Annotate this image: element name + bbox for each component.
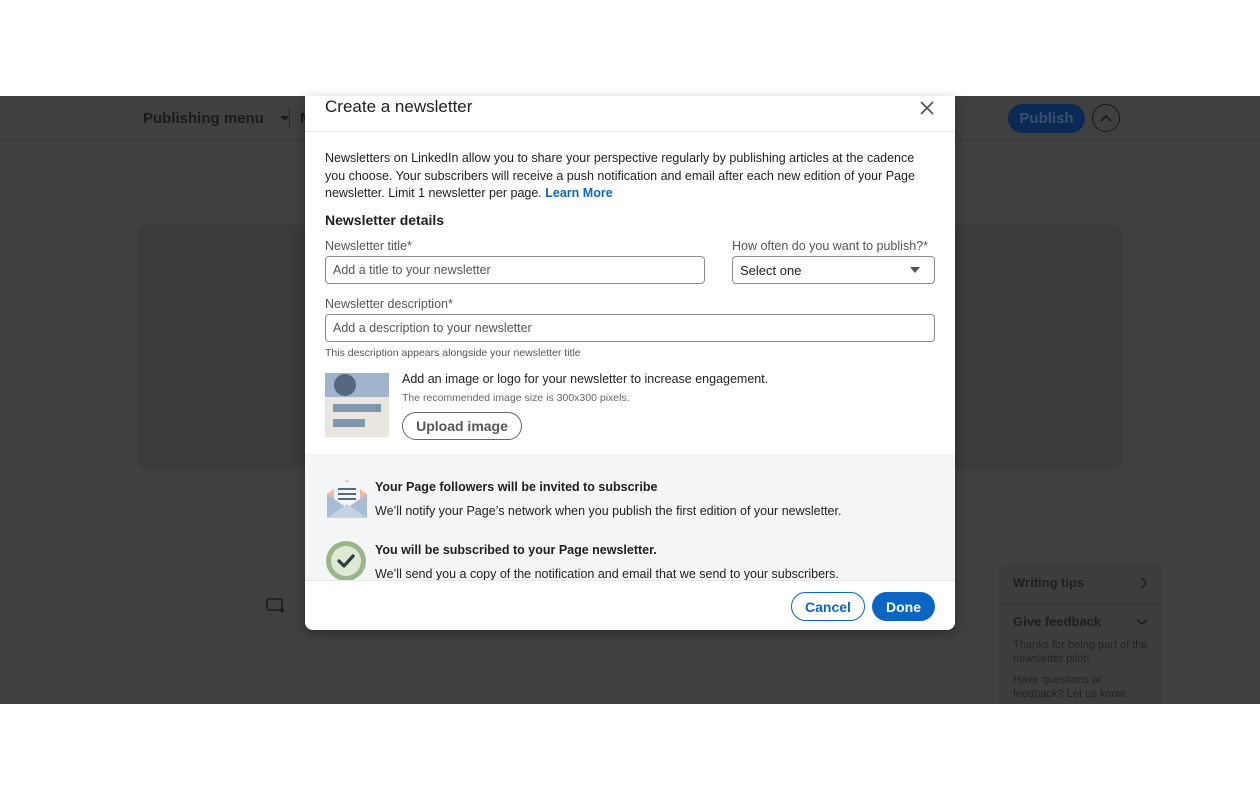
image-size-hint: The recommended image size is 300x300 pi… — [402, 392, 630, 404]
info-title: You will be subscribed to your Page news… — [375, 543, 657, 557]
frequency-select[interactable]: Select one — [732, 256, 935, 284]
info-desc: We’ll send you a copy of the notificatio… — [375, 567, 839, 581]
description-hint: This description appears alongside your … — [325, 347, 581, 359]
cancel-button[interactable]: Cancel — [791, 592, 865, 621]
topbar-divider — [289, 108, 290, 128]
chevron-down-icon — [1136, 618, 1148, 625]
publishing-menu-label: Publishing menu — [143, 110, 264, 127]
give-feedback-row[interactable]: Give feedback — [1013, 614, 1148, 629]
side-divider — [999, 603, 1162, 604]
feedback-text-thanks: Thanks for being part of the newsletter … — [1013, 639, 1148, 665]
chevron-right-icon — [1141, 577, 1148, 588]
chevron-up-icon — [1100, 114, 1112, 122]
frequency-selected-value: Select one — [740, 262, 802, 278]
image-placeholder-icon — [325, 373, 389, 437]
info-desc: We’ll notify your Page’s network when yo… — [375, 504, 842, 518]
dropdown-arrow-icon — [910, 267, 920, 273]
done-button[interactable]: Done — [872, 592, 935, 621]
dialog-header: Create a newsletter — [305, 96, 955, 132]
writing-tips-label: Writing tips — [1013, 575, 1085, 590]
envelope-icon — [327, 480, 367, 518]
create-newsletter-dialog: Create a newsletter Newsletters on Linke… — [305, 96, 955, 630]
feedback-text-questions[interactable]: Have questions or feedback? Let us know. — [1013, 673, 1148, 701]
collapse-button[interactable] — [1092, 104, 1120, 132]
image-prompt-text: Add an image or logo for your newsletter… — [402, 372, 769, 386]
info-title: Your Page followers will be invited to s… — [375, 480, 658, 494]
learn-more-link[interactable]: Learn More — [545, 186, 612, 200]
newsletter-title-label: Newsletter title* — [325, 239, 412, 253]
newsletter-details-heading: Newsletter details — [325, 212, 445, 228]
dialog-footer: Cancel Done — [305, 580, 955, 630]
frequency-label: How often do you want to publish?* — [732, 239, 928, 253]
newsletter-description-input[interactable] — [325, 314, 935, 342]
intro-body: Newsletters on LinkedIn allow you to sha… — [325, 151, 915, 200]
checkmark-circle-icon — [326, 541, 366, 581]
publish-button[interactable]: Publish — [1008, 104, 1085, 133]
info-panel: Your Page followers will be invited to s… — [305, 454, 955, 581]
newsletter-title-input[interactable] — [325, 256, 705, 284]
side-panel: Writing tips Give feedback Thanks for be… — [999, 563, 1162, 704]
intro-text: Newsletters on LinkedIn allow you to sha… — [325, 150, 937, 203]
newsletter-description-label: Newsletter description* — [325, 297, 453, 311]
close-icon — [920, 101, 934, 115]
add-media-icon[interactable] — [266, 598, 286, 614]
writing-tips-row[interactable]: Writing tips — [1013, 575, 1148, 590]
upload-image-button[interactable]: Upload image — [402, 412, 522, 440]
publishing-menu-button[interactable]: Publishing menu — [143, 110, 290, 127]
dialog-title: Create a newsletter — [325, 97, 473, 116]
give-feedback-label: Give feedback — [1013, 614, 1102, 629]
close-button[interactable] — [917, 98, 937, 118]
